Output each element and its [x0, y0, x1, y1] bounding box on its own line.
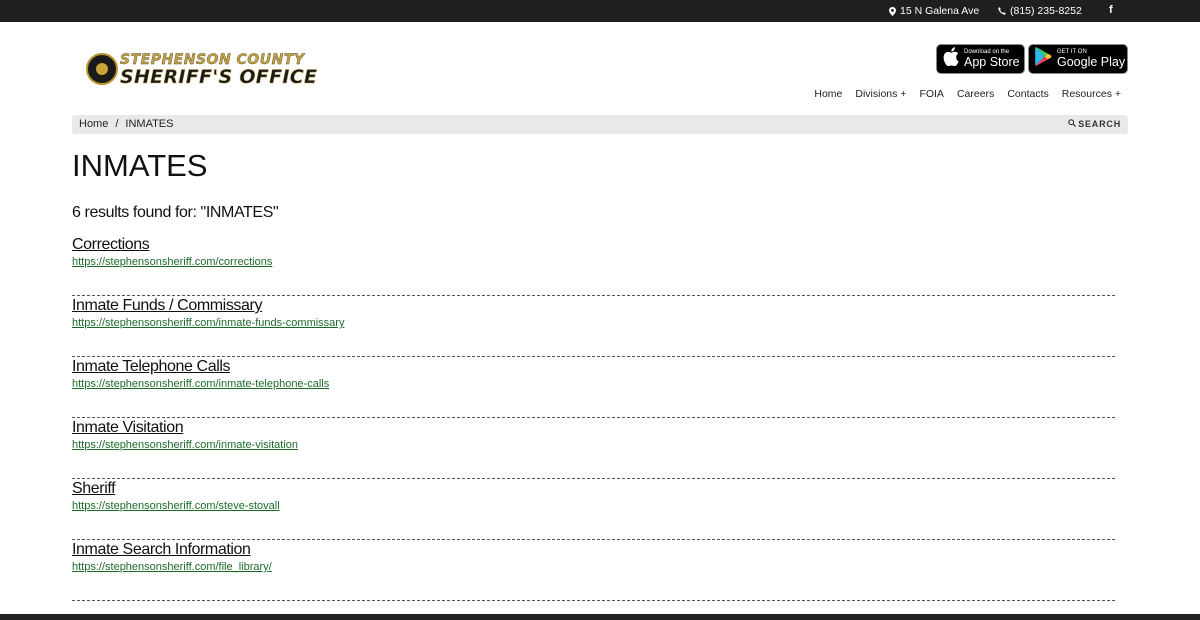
app-store-big: App Store [964, 55, 1020, 70]
result-url[interactable]: https://stephensonsheriff.com/inmate-tel… [72, 378, 329, 390]
list-item: Sheriff https://stephensonsheriff.com/st… [72, 479, 1115, 540]
google-play-icon [1035, 47, 1052, 71]
list-item: Inmate Visitation https://stephensonsher… [72, 418, 1115, 479]
list-item: Inmate Telephone Calls https://stephenso… [72, 357, 1115, 418]
breadcrumb-separator: / [115, 118, 119, 130]
results-count: 6 results found for: "INMATES" [72, 204, 279, 221]
address-text: 15 N Galena Ave [900, 5, 980, 17]
google-play-big: Google Play [1057, 55, 1126, 70]
results-list: Corrections https://stephensonsheriff.co… [72, 235, 1115, 601]
result-title[interactable]: Inmate Telephone Calls [72, 358, 231, 376]
result-title[interactable]: Inmate Funds / Commissary [72, 297, 262, 315]
result-title[interactable]: Sheriff [72, 480, 116, 498]
nav-foia[interactable]: FOIA [919, 88, 944, 100]
nav-divisions[interactable]: Divisions + [855, 88, 906, 100]
address-link[interactable]: 15 N Galena Ave [889, 5, 979, 17]
app-store-button[interactable]: Download on the App Store [936, 44, 1025, 74]
map-pin-icon [889, 6, 896, 16]
sheriff-logo[interactable]: STEPHENSON COUNTY SHERIFF'S OFFICE [86, 50, 338, 88]
search-label: SEARCH [1078, 119, 1121, 129]
nav-careers[interactable]: Careers [957, 88, 994, 100]
footer-bar [0, 614, 1200, 620]
breadcrumb-bar: Home / INMATES SEARCH [72, 115, 1128, 134]
list-item: Corrections https://stephensonsheriff.co… [72, 235, 1115, 296]
phone-text: (815) 235-8252 [1010, 5, 1082, 17]
result-url[interactable]: https://stephensonsheriff.com/inmate-vis… [72, 439, 298, 451]
result-title[interactable]: Corrections [72, 236, 150, 254]
breadcrumb: Home / INMATES [79, 118, 173, 130]
logo-line2: SHERIFF'S OFFICE [120, 66, 318, 89]
result-url[interactable]: https://stephensonsheriff.com/file_libra… [72, 561, 272, 573]
result-url[interactable]: https://stephensonsheriff.com/correction… [72, 256, 272, 268]
result-url[interactable]: https://stephensonsheriff.com/inmate-fun… [72, 317, 344, 329]
result-title[interactable]: Inmate Search Information [72, 541, 251, 559]
search-icon [1068, 119, 1077, 129]
phone-link[interactable]: (815) 235-8252 [998, 5, 1082, 17]
phone-icon [998, 7, 1006, 15]
breadcrumb-current: INMATES [125, 118, 174, 130]
breadcrumb-home[interactable]: Home [79, 118, 108, 130]
top-bar: 15 N Galena Ave (815) 235-8252 f [0, 0, 1200, 22]
nav-contacts[interactable]: Contacts [1007, 88, 1048, 100]
sheriff-seal-icon [86, 53, 118, 85]
facebook-icon[interactable]: f [1109, 4, 1113, 16]
apple-icon [943, 47, 959, 71]
google-play-button[interactable]: GET IT ON Google Play [1028, 44, 1128, 74]
list-item: Inmate Search Information https://stephe… [72, 540, 1115, 601]
nav-resources[interactable]: Resources + [1062, 88, 1121, 100]
result-url[interactable]: https://stephensonsheriff.com/steve-stov… [72, 500, 280, 512]
page-title: INMATES [72, 148, 208, 183]
list-item: Inmate Funds / Commissary https://stephe… [72, 296, 1115, 357]
nav-home[interactable]: Home [814, 88, 842, 100]
main-nav: Home Divisions + FOIA Careers Contacts R… [814, 88, 1121, 100]
result-title[interactable]: Inmate Visitation [72, 419, 184, 437]
search-button[interactable]: SEARCH [1068, 119, 1121, 129]
